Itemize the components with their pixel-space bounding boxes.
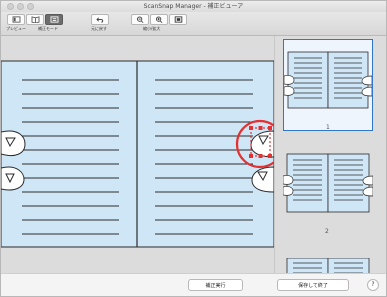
- book-icon: [31, 16, 39, 23]
- undo-button[interactable]: [91, 14, 109, 25]
- thumbnail-1-number: 1: [326, 124, 330, 131]
- zoom-group: [131, 14, 187, 25]
- correction-mode-button[interactable]: [45, 14, 63, 25]
- footer-bar: 補正実行 保存して終了 ?: [1, 273, 386, 296]
- thumbnail-2-number: 2: [325, 228, 329, 235]
- window-title: ScanSnap Manager - 補正ビューア: [143, 3, 244, 10]
- fit-icon: [174, 16, 182, 23]
- zoom-out-icon: [136, 16, 143, 23]
- save-and-exit-button[interactable]: 保存して終了: [277, 279, 349, 291]
- preview-mode-label: プレビュー: [6, 26, 26, 31]
- title-bar: ScanSnap Manager - 補正ビューア: [1, 1, 386, 12]
- document-preview: [1, 60, 274, 248]
- undo-icon: [95, 17, 103, 23]
- view-mode-group: [7, 14, 63, 25]
- correction-mode-label: 補正モード: [38, 26, 58, 31]
- preview-mode-button[interactable]: [7, 14, 25, 25]
- left-page: [1, 60, 138, 248]
- thumbnail-2-image: [282, 153, 374, 213]
- fit-to-window-button[interactable]: [169, 14, 187, 25]
- undo-group: [91, 14, 109, 25]
- correction-icon: [50, 16, 58, 23]
- page-preview-area[interactable]: [1, 36, 275, 273]
- right-page: [136, 60, 274, 248]
- thumbnail-2[interactable]: 2: [282, 148, 374, 240]
- apply-correction-button[interactable]: 補正実行: [188, 279, 243, 291]
- thumbnail-1-image: [283, 51, 373, 109]
- zoom-in-button[interactable]: [150, 14, 168, 25]
- help-button[interactable]: ?: [367, 279, 379, 291]
- thumbnail-panel[interactable]: 1 2: [275, 36, 386, 278]
- window: ScanSnap Manager - 補正ビューア プレビュー 補正モード 元に…: [0, 0, 387, 297]
- zoom-out-button[interactable]: [131, 14, 149, 25]
- left-finger-top: [1, 130, 26, 157]
- thumbnail-1[interactable]: 1: [283, 39, 373, 131]
- zoom-in-icon: [155, 16, 162, 23]
- zoom-label: 縮小/拡大: [143, 26, 161, 31]
- toolbar: プレビュー 補正モード 元に戻す 縮小/拡大: [1, 12, 386, 36]
- preview-icon: [12, 16, 20, 23]
- book-correction-mode-button[interactable]: [26, 14, 44, 25]
- undo-label: 元に戻す: [91, 26, 107, 31]
